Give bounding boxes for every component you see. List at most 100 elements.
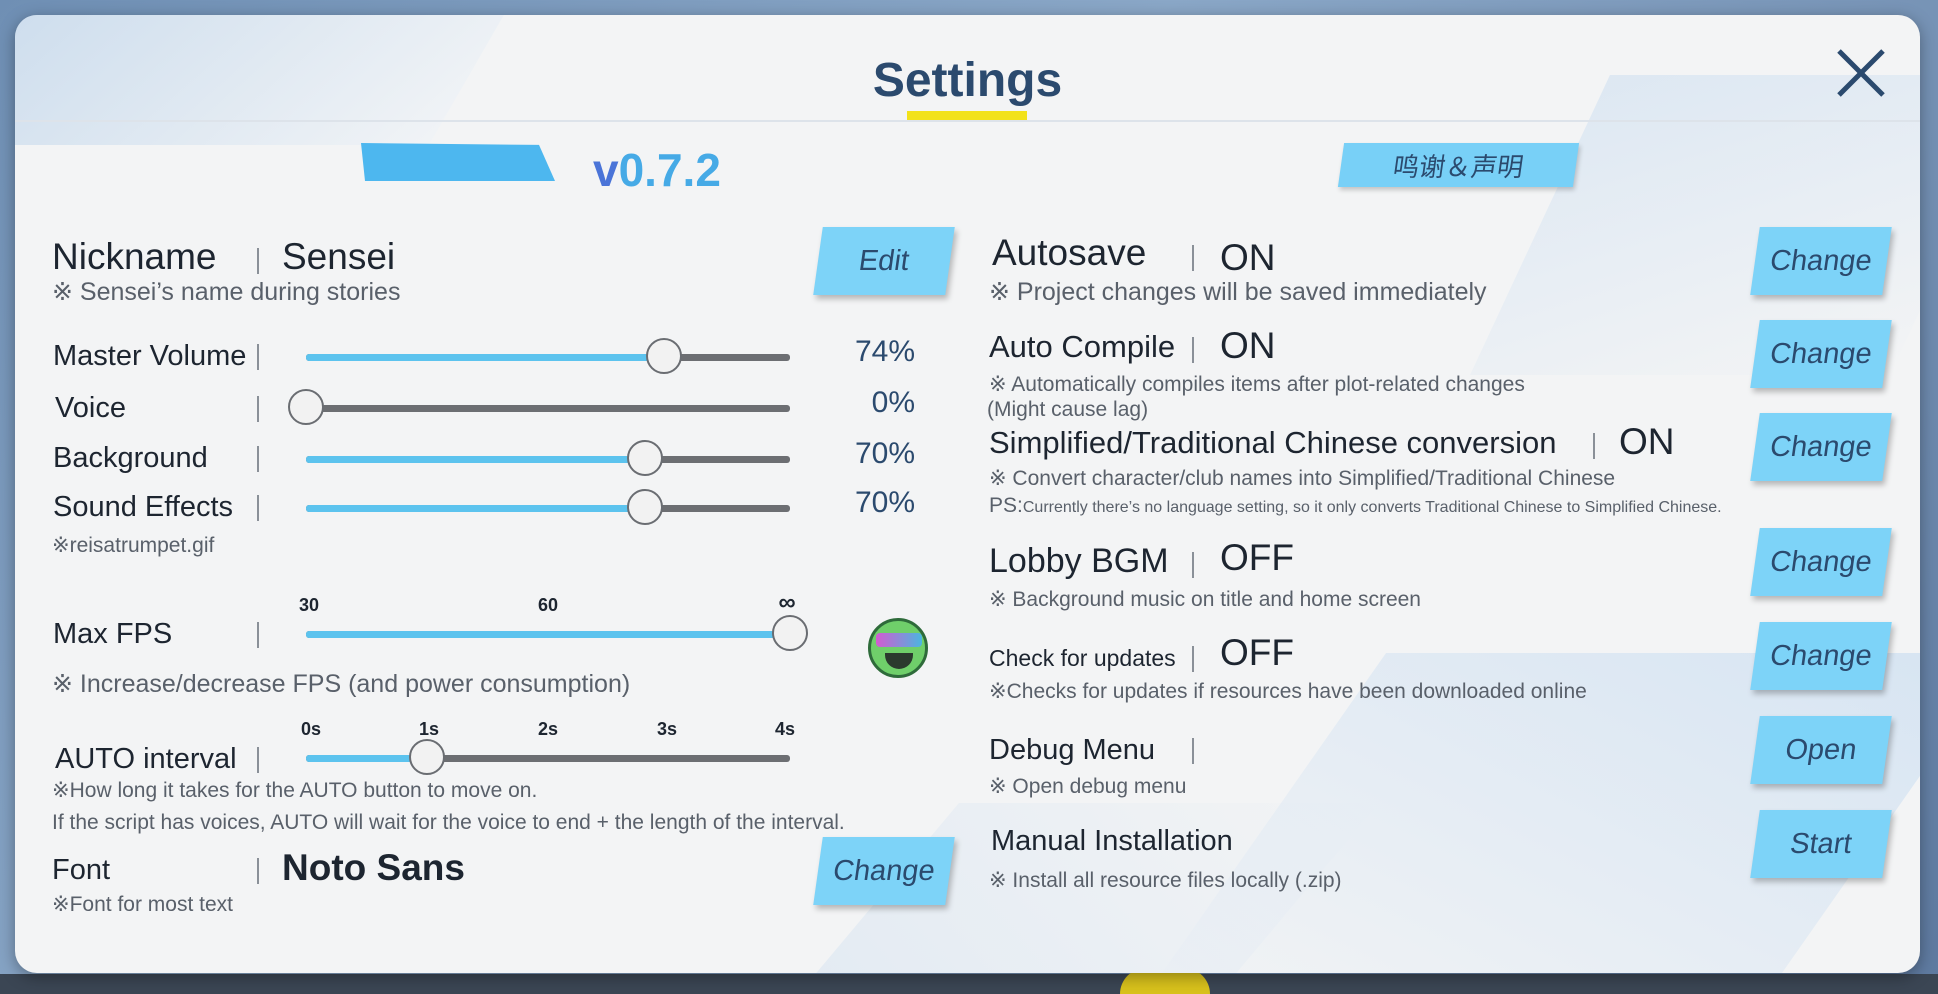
background-strip bbox=[0, 974, 1938, 994]
separator bbox=[257, 495, 259, 521]
close-icon bbox=[1837, 49, 1885, 97]
max-fps-label: Max FPS bbox=[53, 618, 173, 650]
slider-fill bbox=[306, 631, 790, 638]
interval-tick: 0s bbox=[300, 719, 322, 739]
auto-compile-value: ON bbox=[1220, 325, 1276, 366]
version-banner bbox=[361, 143, 555, 181]
page-title: Settings bbox=[872, 54, 1063, 107]
nickname-label: Nickname bbox=[52, 236, 217, 277]
auto-interval-slider[interactable] bbox=[306, 739, 790, 775]
auto-interval-note-2: If the script has voices, AUTO will wait… bbox=[52, 811, 845, 834]
manual-installation-note: ※ Install all resource files locally (.z… bbox=[989, 869, 1342, 892]
background-volume-value: 70% bbox=[854, 437, 915, 470]
slider-knob[interactable] bbox=[626, 489, 663, 525]
change-chinese-conversion-button[interactable]: Change bbox=[1750, 413, 1892, 481]
max-fps-slider[interactable] bbox=[306, 615, 808, 651]
change-auto-compile-button[interactable]: Change bbox=[1750, 320, 1892, 388]
check-updates-label: Check for updates bbox=[989, 645, 1176, 671]
voice-volume-slider[interactable] bbox=[288, 389, 790, 425]
separator bbox=[1192, 552, 1194, 578]
separator bbox=[257, 747, 259, 773]
separator bbox=[257, 858, 259, 884]
master-volume-slider[interactable] bbox=[306, 338, 790, 374]
debug-menu-note: ※ Open debug menu bbox=[989, 775, 1187, 798]
nickname-note: ※ Sensei’s name during stories bbox=[52, 278, 401, 306]
separator bbox=[1192, 245, 1194, 271]
note-prefix: PS: bbox=[989, 494, 1023, 517]
font-value: Noto Sans bbox=[282, 847, 465, 888]
version-number: 0.7.2 bbox=[618, 144, 721, 196]
font-note: ※Font for most text bbox=[52, 893, 233, 916]
chinese-conversion-label: Simplified/Traditional Chinese conversio… bbox=[989, 425, 1557, 460]
slider-knob[interactable] bbox=[772, 615, 808, 651]
autosave-note: ※ Project changes will be saved immediat… bbox=[989, 278, 1487, 306]
interval-tick: 1s bbox=[418, 719, 440, 739]
separator bbox=[1192, 738, 1194, 764]
sound-effects-value: 70% bbox=[854, 486, 915, 519]
close-button[interactable] bbox=[1833, 45, 1889, 101]
open-debug-menu-button[interactable]: Open bbox=[1750, 716, 1892, 784]
interval-tick: 4s bbox=[774, 719, 796, 739]
start-manual-installation-button[interactable]: Start bbox=[1750, 810, 1892, 878]
manual-installation-label: Manual Installation bbox=[991, 825, 1233, 857]
change-check-updates-button[interactable]: Change bbox=[1750, 622, 1892, 690]
autosave-value: ON bbox=[1220, 237, 1276, 278]
auto-compile-note: ※ Automatically compiles items after plo… bbox=[989, 373, 1525, 396]
font-label: Font bbox=[52, 854, 111, 886]
interval-tick: 2s bbox=[537, 719, 559, 739]
separator bbox=[257, 622, 259, 648]
master-volume-label: Master Volume bbox=[53, 340, 247, 372]
separator bbox=[257, 248, 259, 274]
slider-fill bbox=[306, 354, 665, 361]
voice-volume-value: 0% bbox=[871, 386, 915, 419]
sunglasses-emoji-icon bbox=[868, 618, 928, 678]
auto-compile-note-2: (Might cause lag) bbox=[987, 398, 1149, 421]
auto-interval-label: AUTO interval bbox=[55, 743, 237, 775]
auto-compile-label: Auto Compile bbox=[989, 329, 1176, 364]
check-updates-note: ※Checks for updates if resources have be… bbox=[989, 680, 1587, 703]
note-text: Currently there’s no language setting, s… bbox=[1022, 499, 1722, 516]
sound-effects-slider[interactable] bbox=[306, 489, 790, 525]
fps-tick: 30 bbox=[298, 595, 320, 615]
version-label: v0.7.2 bbox=[593, 143, 721, 197]
auto-interval-note: ※How long it takes for the AUTO button t… bbox=[52, 779, 538, 802]
credits-button[interactable]: 鸣谢＆声明 bbox=[1337, 143, 1580, 187]
settings-dialog: Settings v0.7.2 鸣谢＆声明 Nickname Sensei ※ … bbox=[15, 15, 1920, 973]
version-prefix: v bbox=[593, 144, 619, 196]
volume-note: ※reisatrumpet.gif bbox=[52, 534, 215, 557]
slider-fill bbox=[306, 505, 645, 512]
chinese-conversion-value: ON bbox=[1619, 421, 1675, 462]
interval-tick: 3s bbox=[656, 719, 678, 739]
background-volume-label: Background bbox=[53, 442, 208, 474]
fps-tick: ∞ bbox=[778, 589, 796, 616]
lobby-bgm-value: OFF bbox=[1220, 537, 1294, 578]
separator bbox=[257, 446, 259, 472]
chinese-conversion-note-2: PS:Currently there’s no language setting… bbox=[989, 494, 1722, 518]
slider-knob[interactable] bbox=[646, 338, 683, 374]
autosave-label: Autosave bbox=[992, 232, 1147, 273]
debug-menu-label: Debug Menu bbox=[989, 734, 1156, 766]
change-lobby-bgm-button[interactable]: Change bbox=[1750, 528, 1892, 596]
separator bbox=[1192, 646, 1194, 672]
background-volume-slider[interactable] bbox=[306, 440, 790, 476]
edit-nickname-button[interactable]: Edit bbox=[813, 227, 955, 295]
slider-knob[interactable] bbox=[409, 739, 445, 775]
slider-knob[interactable] bbox=[288, 389, 324, 425]
check-updates-value: OFF bbox=[1220, 632, 1294, 673]
slider-fill bbox=[306, 456, 645, 463]
max-fps-note: ※ Increase/decrease FPS (and power consu… bbox=[52, 670, 631, 698]
lobby-bgm-note: ※ Background music on title and home scr… bbox=[989, 588, 1421, 611]
fps-tick: 60 bbox=[537, 595, 559, 615]
separator bbox=[1192, 337, 1194, 363]
change-font-button[interactable]: Change bbox=[813, 837, 955, 905]
header-divider bbox=[15, 120, 1920, 122]
change-autosave-button[interactable]: Change bbox=[1750, 227, 1892, 295]
title-underline bbox=[907, 111, 1027, 120]
separator bbox=[257, 396, 259, 422]
sound-effects-label: Sound Effects bbox=[53, 491, 234, 523]
master-volume-value: 74% bbox=[854, 335, 915, 368]
slider-knob[interactable] bbox=[626, 440, 663, 476]
voice-volume-label: Voice bbox=[55, 392, 126, 424]
nickname-value: Sensei bbox=[282, 236, 396, 277]
chinese-conversion-note: ※ Convert character/club names into Simp… bbox=[989, 467, 1616, 490]
